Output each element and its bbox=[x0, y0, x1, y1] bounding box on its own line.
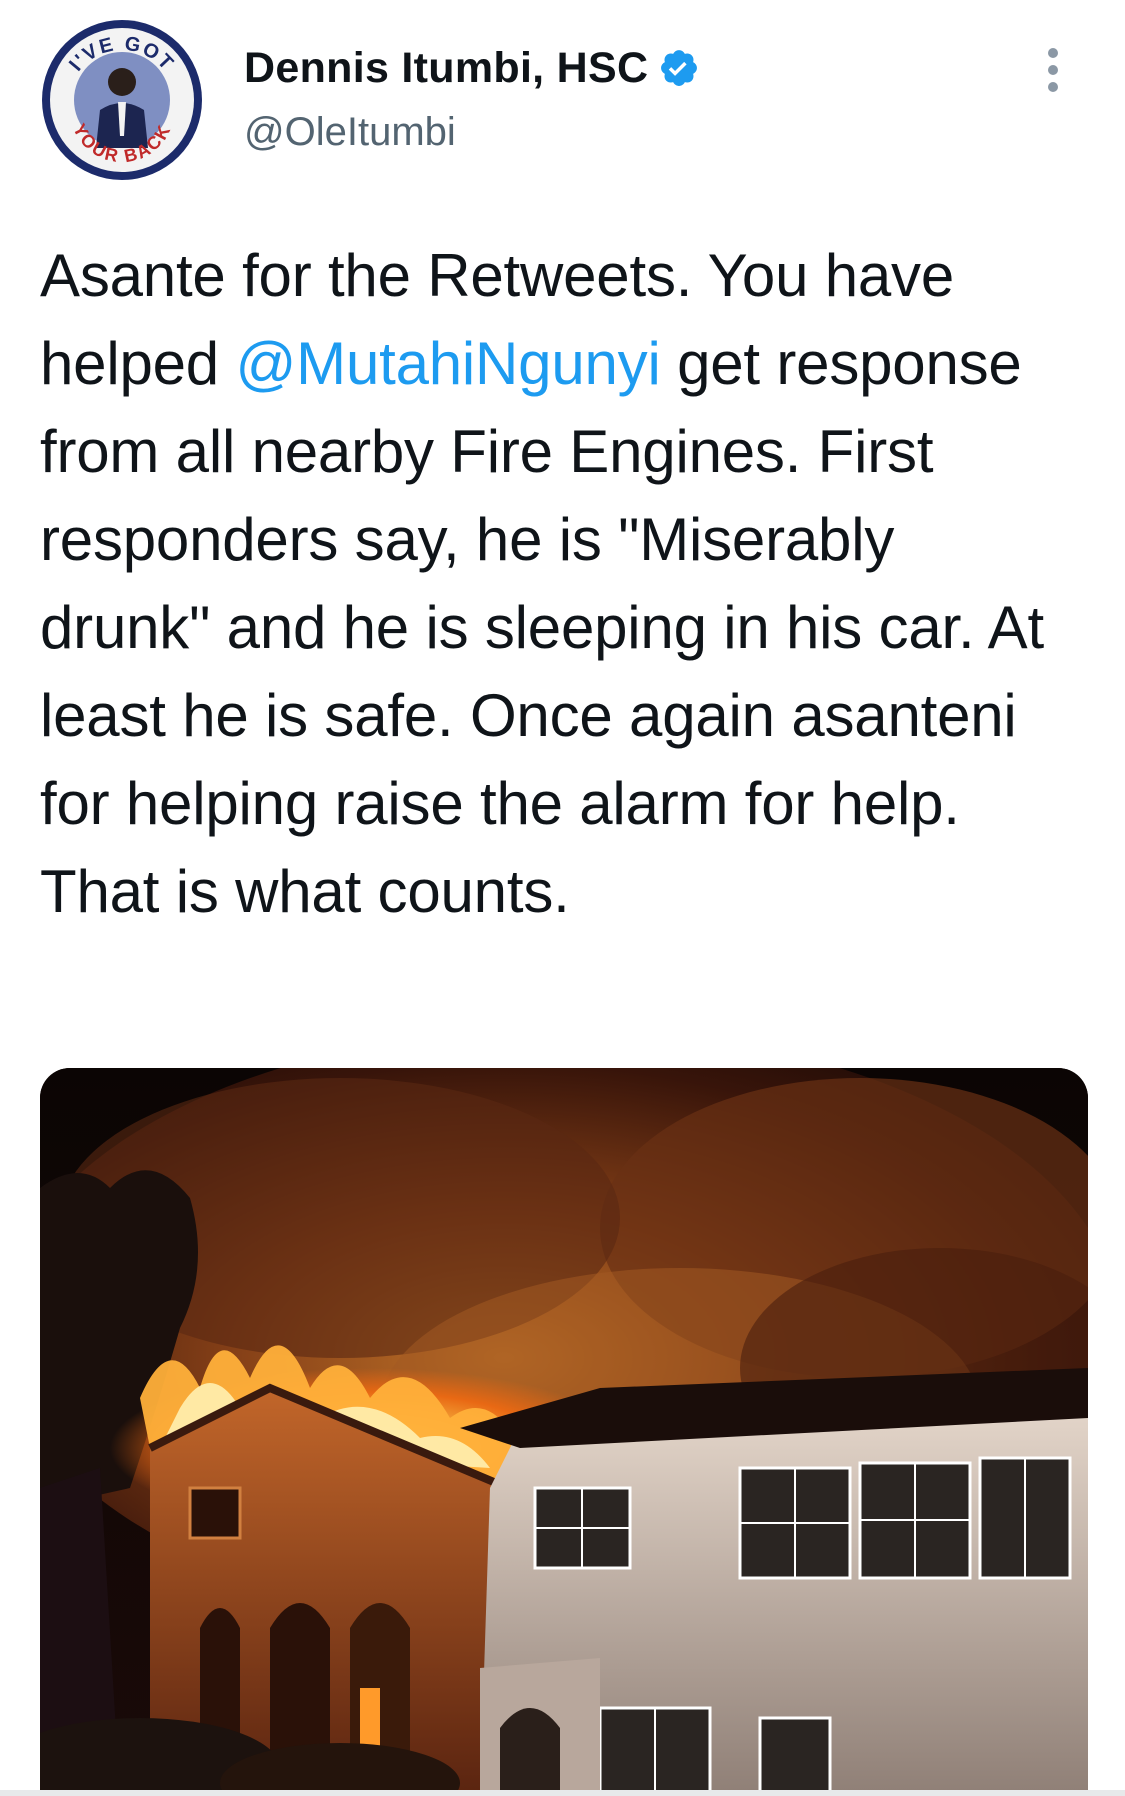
more-dot bbox=[1048, 48, 1058, 58]
tweet-text: Asante for the Retweets. You have helped… bbox=[40, 232, 1080, 936]
more-dot bbox=[1048, 82, 1058, 92]
divider bbox=[0, 1790, 1125, 1796]
tweet-card[interactable]: I'VE GOT YOUR BACK Dennis Itumbi, HSC @O… bbox=[0, 0, 1125, 1796]
author-info[interactable]: Dennis Itumbi, HSC @OleItumbi bbox=[244, 40, 700, 155]
author-handle[interactable]: @OleItumbi bbox=[244, 110, 700, 155]
avatar[interactable]: I'VE GOT YOUR BACK bbox=[40, 18, 204, 182]
verified-badge-icon bbox=[658, 47, 700, 89]
tweet-text-after-mention: get response from all nearby Fire Engine… bbox=[40, 330, 1044, 925]
tweet-media-photo[interactable] bbox=[40, 1068, 1088, 1796]
more-dot bbox=[1048, 65, 1058, 75]
display-name[interactable]: Dennis Itumbi, HSC bbox=[244, 44, 648, 93]
more-options-icon[interactable] bbox=[1033, 40, 1073, 100]
display-name-row: Dennis Itumbi, HSC bbox=[244, 40, 700, 96]
mention-link[interactable]: @MutahiNgunyi bbox=[235, 330, 660, 397]
